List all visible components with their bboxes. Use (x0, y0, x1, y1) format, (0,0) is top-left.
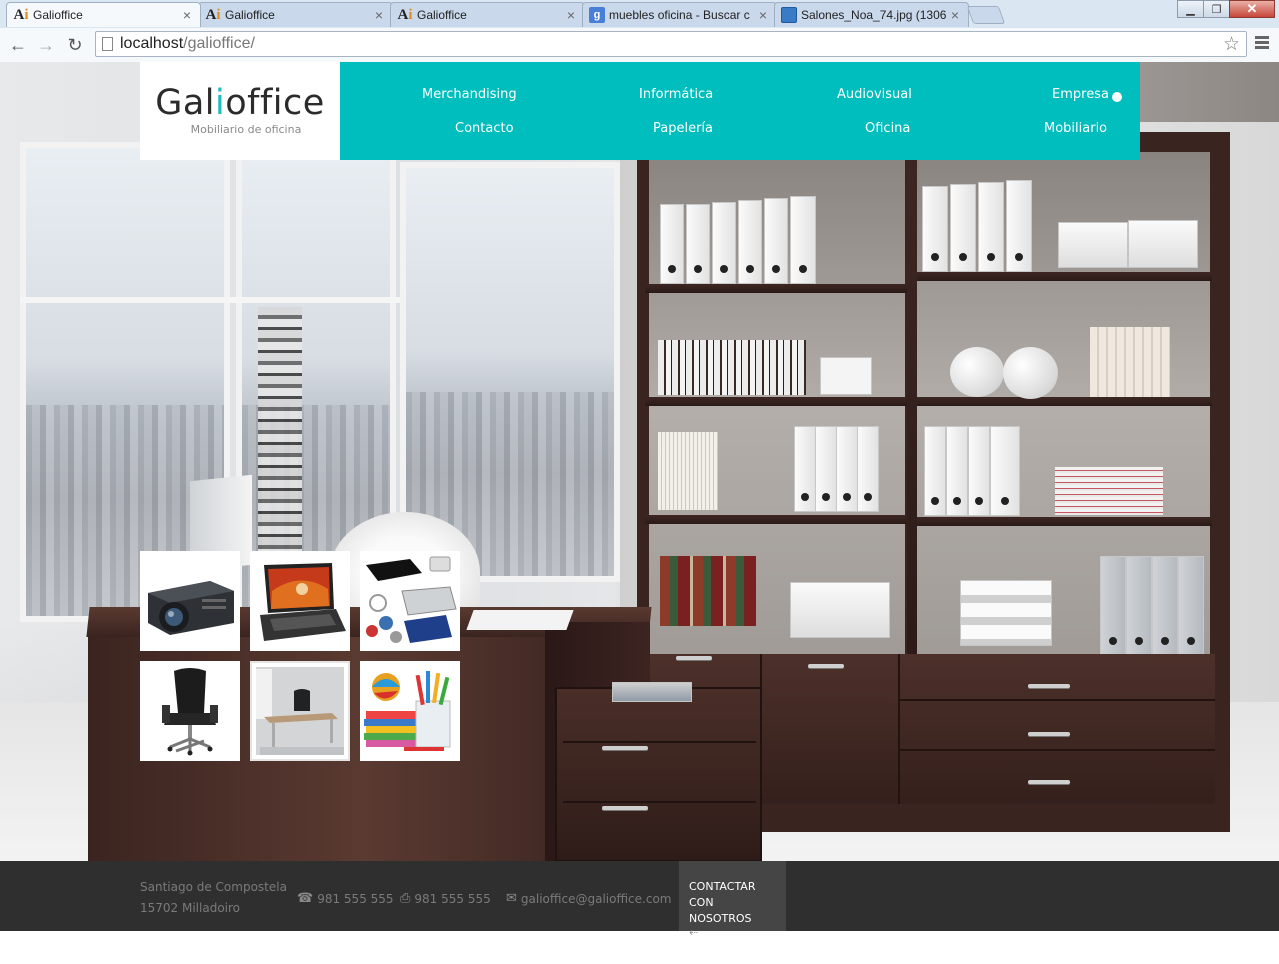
reload-icon[interactable]: ↻ (62, 32, 88, 58)
office-chair-icon (140, 661, 240, 761)
phone-number: 981 555 555 (317, 891, 394, 906)
close-tab-icon[interactable]: × (180, 7, 194, 23)
logo-part2: office (225, 83, 325, 123)
browser-tab-1[interactable]: Ai Galioffice × (6, 2, 201, 27)
thumb-stationery[interactable] (360, 661, 460, 761)
arrow-left-icon: ⇠ (689, 926, 699, 939)
bookmark-star-icon[interactable]: ☆ (1223, 33, 1240, 56)
stationery-icon (360, 661, 460, 761)
thumb-projector[interactable] (140, 551, 240, 651)
ai-icon: Ai (13, 6, 29, 23)
logo-wordmark: Galioffice (155, 86, 325, 121)
nav-empresa[interactable]: Empresa (1052, 87, 1109, 102)
new-tab-button[interactable] (966, 6, 1006, 24)
category-thumbnails (140, 551, 460, 761)
nav-merchandising[interactable]: Merchandising (422, 87, 517, 102)
papers (466, 610, 574, 630)
nav-contacto[interactable]: Contacto (455, 121, 514, 136)
restore-button[interactable]: ❐ (1203, 0, 1230, 18)
footer-address: Santiago de Compostela 15702 Milladoiro (140, 877, 287, 919)
browser-tab-4[interactable]: g muebles oficina - Buscar c × (582, 2, 777, 27)
browser-toolbar: ← → ↻ localhost/galioffice/ ☆ (0, 28, 1279, 62)
page-icon (102, 37, 113, 51)
address-line-1: Santiago de Compostela (140, 880, 287, 894)
contact-us-button[interactable]: CONTACTAR CON NOSOTROS ⇠ (679, 861, 786, 939)
back-arrow-icon[interactable]: ← (5, 32, 31, 58)
footer-email[interactable]: ✉ galioffice@galioffice.com (506, 891, 671, 906)
tab-title: muebles oficina - Buscar c (609, 8, 750, 22)
main-nav: Merchandising Informática Audiovisual Em… (340, 62, 1140, 160)
browser-tab-3[interactable]: Ai Galioffice × (390, 2, 585, 27)
ai-icon: Ai (397, 6, 413, 23)
office-desk-icon (250, 661, 350, 761)
image-icon (781, 7, 797, 23)
thumb-card-holders[interactable] (360, 551, 460, 651)
thumb-office-chair[interactable] (140, 661, 240, 761)
footer-phone: ☎ 981 555 555 (297, 891, 394, 906)
address-bar[interactable]: localhost/galioffice/ ☆ (95, 31, 1247, 57)
web-page: Galioffice Mobiliario de oficina Merchan… (0, 62, 1279, 964)
tab-title: Galioffice (417, 8, 467, 22)
envelope-icon: ✉ (506, 891, 517, 906)
close-window-button[interactable]: ✕ (1229, 0, 1275, 18)
browser-tab-2[interactable]: Ai Galioffice × (198, 2, 393, 27)
nav-informatica[interactable]: Informática (639, 87, 713, 102)
url-host: localhost (120, 35, 184, 52)
minimize-button[interactable]: ▁ (1177, 0, 1204, 18)
menu-icon[interactable] (1255, 36, 1269, 51)
thumb-laptop[interactable] (250, 551, 350, 651)
ai-icon: Ai (205, 6, 221, 23)
nav-mobiliario[interactable]: Mobiliario (1044, 121, 1107, 136)
active-indicator-dot (1112, 92, 1122, 102)
site-footer: Santiago de Compostela 15702 Milladoiro … (0, 861, 1279, 939)
nav-papeleria[interactable]: Papelería (653, 121, 713, 136)
close-tab-icon[interactable]: × (948, 7, 962, 23)
address-line-2: 15702 Milladoiro (140, 901, 241, 915)
thumb-office-desk[interactable] (250, 661, 350, 761)
forward-arrow-icon[interactable]: → (33, 32, 59, 58)
projector-icon (140, 551, 240, 651)
drawer-pedestal (555, 687, 762, 862)
card-holder-icon (360, 551, 460, 651)
fax-number: 981 555 555 (414, 891, 491, 906)
close-tab-icon[interactable]: × (564, 7, 578, 23)
email-address[interactable]: galioffice@galioffice.com (521, 892, 672, 906)
logo-part1: Gal (155, 83, 215, 123)
nav-audiovisual[interactable]: Audiovisual (837, 87, 912, 102)
tab-title: Salones_Noa_74.jpg (1306 (801, 8, 947, 22)
logo-subtitle: Mobiliario de oficina (190, 123, 302, 136)
cta-line-2: CON NOSOTROS (689, 896, 752, 925)
laptop-icon (250, 551, 350, 651)
nav-oficina[interactable]: Oficina (865, 121, 910, 136)
tab-title: Galioffice (225, 8, 275, 22)
cta-line-1: CONTACTAR (689, 880, 756, 893)
browser-chrome: Ai Galioffice × Ai Galioffice × Ai Galio… (0, 0, 1279, 62)
tab-strip: Ai Galioffice × Ai Galioffice × Ai Galio… (0, 0, 1279, 27)
browser-tab-5[interactable]: Salones_Noa_74.jpg (1306 × (774, 2, 969, 27)
logo-accent: i (215, 83, 226, 123)
close-tab-icon[interactable]: × (756, 7, 770, 23)
fax-icon: ⎙ (400, 891, 411, 906)
tab-title: Galioffice (33, 8, 83, 22)
window-controls: ▁ ❐ ✕ (1177, 0, 1275, 18)
google-icon: g (589, 7, 605, 23)
url-path: /galioffice/ (183, 35, 255, 52)
site-logo[interactable]: Galioffice Mobiliario de oficina (140, 62, 340, 160)
footer-fax: ⎙ 981 555 555 (400, 891, 491, 906)
phone-icon: ☎ (297, 891, 314, 906)
close-tab-icon[interactable]: × (372, 7, 386, 23)
